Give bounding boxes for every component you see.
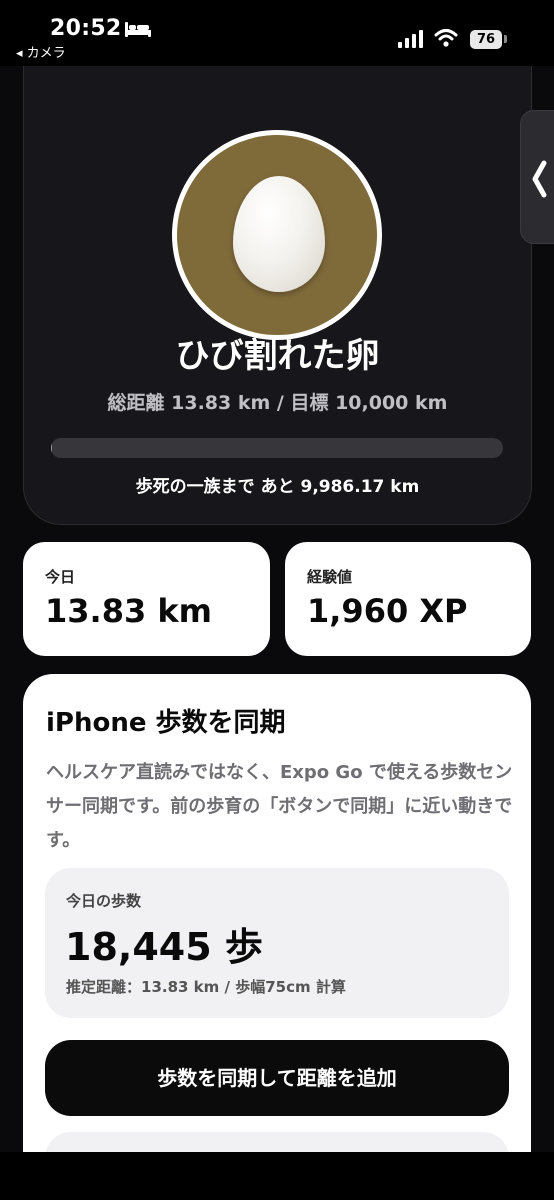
today-steps-panel: 今日の歩数 18,445 歩 推定距離：13.83 km / 歩幅75cm 計算: [45, 868, 509, 1018]
cellular-signal-icon: [398, 30, 423, 48]
sync-steps-button[interactable]: 歩数を同期して距離を追加: [45, 1040, 509, 1116]
page-content: ひび割れた卵 総距離 13.83 km / 目標 10,000 km 歩死の一族…: [0, 66, 554, 1152]
step-sync-title: iPhone 歩数を同期: [46, 708, 286, 738]
back-to-camera-link[interactable]: ◂ カメラ: [16, 42, 66, 61]
bottom-area: [0, 1152, 554, 1200]
egg-progress-fill: [51, 438, 52, 458]
egg-remaining-distance: 歩死の一族まで あと 9,986.17 km: [135, 477, 420, 497]
step-sync-card: iPhone 歩数を同期 ヘルスケア直読みではなく、Expo Go で使える歩数…: [23, 674, 531, 1152]
step-sync-description: ヘルスケア直読みではなく、Expo Go で使える歩数センサー同期です。前の歩育…: [46, 762, 513, 851]
egg-avatar: [172, 130, 382, 340]
battery-tip: [504, 35, 507, 43]
today-steps-label: 今日の歩数: [66, 892, 142, 910]
egg-icon: [233, 176, 325, 292]
next-panel: [45, 1132, 509, 1152]
egg-name: ひび割れた卵: [175, 336, 380, 376]
side-drawer-handle[interactable]: [520, 110, 554, 244]
experience-value: 1,960 XP: [307, 592, 468, 630]
bed-icon: [125, 22, 151, 37]
experience-label: 経験値: [307, 568, 353, 586]
egg-distance-summary: 総距離 13.83 km / 目標 10,000 km: [107, 392, 448, 414]
chevron-left-icon: [532, 160, 547, 198]
today-steps-value: 18,445 歩: [65, 925, 263, 969]
today-label: 今日: [45, 568, 76, 586]
wifi-icon: [434, 29, 458, 47]
egg-progress-bar: [51, 438, 503, 458]
today-distance-card: 今日 13.83 km: [23, 542, 270, 656]
status-bar: 20:52 ◂ カメラ 76: [0, 0, 554, 66]
today-value: 13.83 km: [45, 592, 212, 630]
experience-card: 経験値 1,960 XP: [285, 542, 531, 656]
egg-card: ひび割れた卵 総距離 13.83 km / 目標 10,000 km 歩死の一族…: [23, 66, 532, 525]
egg-avatar-background: [177, 135, 377, 335]
battery-indicator: 76: [470, 30, 502, 49]
status-time: 20:52: [50, 16, 122, 41]
estimated-distance-note: 推定距離：13.83 km / 歩幅75cm 計算: [66, 978, 346, 996]
